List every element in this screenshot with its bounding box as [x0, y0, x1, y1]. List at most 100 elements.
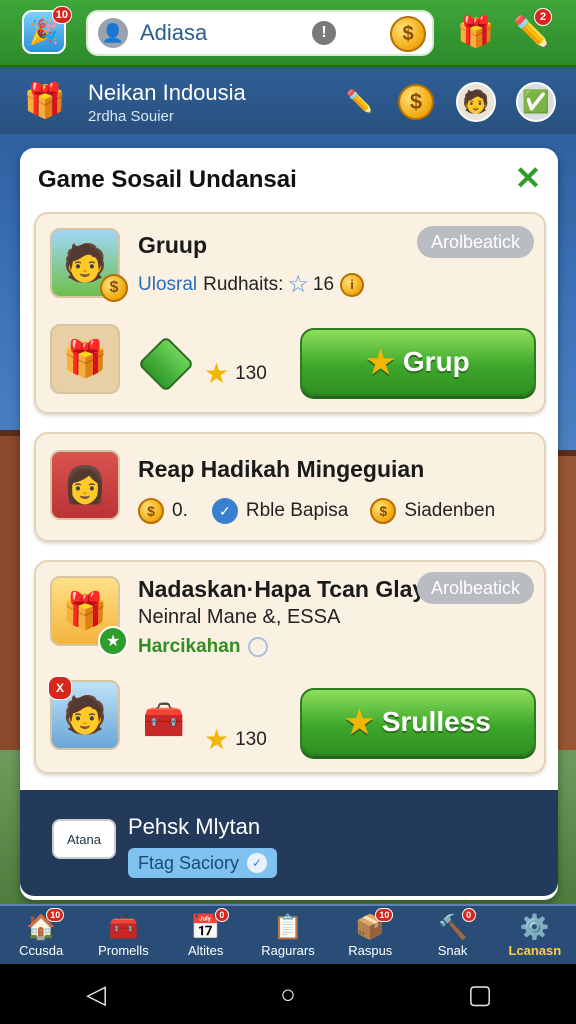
- gift-box-icon: 🎁: [50, 324, 120, 394]
- star-badge-icon: ★: [98, 626, 128, 656]
- coin-icon: $: [100, 274, 128, 302]
- star-icon: ★: [366, 344, 395, 380]
- invite-card: 🎁 ★ Nadaskan·Hapa Tcan Glay Arolbeatick …: [34, 560, 546, 774]
- edit-button[interactable]: ✏️ 2: [512, 8, 552, 52]
- star-count: ★ 130: [204, 360, 267, 388]
- button-label: Srulless: [381, 706, 491, 737]
- nav-item-rewards[interactable]: 📋 Ragurars: [247, 906, 329, 964]
- star-value: 130: [235, 729, 267, 750]
- check-icon[interactable]: ✅: [516, 82, 556, 122]
- user-icon: 👤: [98, 18, 128, 48]
- card-stats: Ulosral Rudhaits: ☆ 16 i: [138, 270, 365, 299]
- stat-value-2: Rble Bapisa: [245, 500, 349, 521]
- weekly-gift-card[interactable]: 👩 Reap Hadikah Mingeguian $ 0. ✓ Rble Ba…: [34, 432, 546, 542]
- nav-badge: 0: [214, 908, 229, 922]
- remove-badge[interactable]: X: [48, 676, 72, 700]
- top-bar: 🎉 10 👤 ! $ 🎁 ✏️ 2: [0, 0, 576, 68]
- stat-value-1: 0.: [172, 500, 188, 521]
- card-title: Gruup: [138, 232, 207, 258]
- promo-button[interactable]: Ftag Saciory ✓: [128, 848, 278, 878]
- star-icon: ★: [204, 358, 230, 389]
- promo-banner: Atana Pehsk Mlytan Ftag Saciory ✓: [20, 790, 558, 896]
- gift-box-icon[interactable]: 🎁: [22, 78, 68, 124]
- nav-label: Promells: [98, 943, 149, 958]
- star-icon: ★: [345, 704, 374, 740]
- stat-value-3: Siadenben: [404, 500, 496, 521]
- star-count: ★ 130: [204, 726, 267, 754]
- user-avatar: 👩: [50, 450, 120, 520]
- avatar[interactable]: 🧑: [456, 82, 496, 122]
- home-circle-icon[interactable]: ○: [258, 979, 318, 1010]
- gear-icon: ⚙️: [519, 914, 550, 941]
- search-input[interactable]: [140, 20, 330, 46]
- status-pill[interactable]: Arolbeatick: [416, 226, 534, 258]
- check-icon: ✓: [247, 853, 268, 873]
- card-title: Reap Hadikah Mingeguian: [138, 456, 425, 482]
- refresh-icon[interactable]: [248, 637, 269, 657]
- status-pill[interactable]: Arolbeatick: [416, 572, 534, 604]
- nav-item-activities[interactable]: 0 📅 Altites: [165, 906, 247, 964]
- nav-label: Altites: [188, 943, 224, 958]
- document-icon: 📋: [273, 914, 303, 941]
- coin-icon: $: [370, 498, 397, 524]
- promo-title: Pehsk Mlytan: [128, 814, 261, 839]
- star-icon: ☆: [287, 271, 309, 298]
- profile-subtitle: 2rdha Souier: [88, 108, 174, 125]
- back-icon[interactable]: ◁: [66, 979, 126, 1010]
- coin-icon: $: [138, 498, 164, 524]
- check-icon: ✓: [211, 498, 238, 524]
- edit-badge: 2: [534, 8, 552, 26]
- nav-badge: 10: [46, 908, 65, 922]
- notification-badge: 10: [51, 6, 72, 24]
- profile-name: Neikan Indousia: [88, 80, 246, 105]
- search-bar[interactable]: 👤 ! $: [86, 10, 434, 56]
- chat-bubble: Atana: [52, 819, 116, 859]
- social-game-panel: Game Sosail Undansai ✕ 🧑 $ Gruup Arolbea…: [20, 148, 558, 900]
- button-label: Grup: [402, 346, 470, 377]
- recents-icon[interactable]: ▢: [450, 979, 510, 1010]
- alert-icon[interactable]: !: [312, 21, 336, 45]
- nav-badge: 0: [461, 908, 476, 922]
- promo-button-label: Ftag Saciory: [138, 852, 240, 873]
- chat-icon: Atana: [46, 804, 122, 874]
- stat-label: Ulosral: [138, 273, 198, 295]
- card-status: Harcikahan: [138, 636, 269, 658]
- nav-item-settings[interactable]: ⚙️ Lcanasn: [494, 906, 576, 964]
- info-icon[interactable]: i: [340, 272, 365, 297]
- nav-item-raspus[interactable]: 10 📦 Raspus: [329, 906, 411, 964]
- card-title: Nadaskan·Hapa Tcan Glay: [138, 576, 426, 602]
- coin-icon[interactable]: $: [390, 16, 426, 52]
- app-menu-button[interactable]: 🎉 10: [22, 6, 72, 54]
- stat-number: 16: [312, 273, 335, 295]
- gift-icon: 🎁: [457, 15, 495, 49]
- gem-icon: [137, 335, 195, 393]
- status-text: Harcikahan: [138, 636, 241, 657]
- nav-label: Ccusda: [19, 943, 64, 958]
- stat-text: Rudhaits:: [203, 273, 284, 295]
- chest-icon: 🧰: [142, 701, 186, 739]
- card-stats: $ 0. ✓ Rble Bapisa $ Siadenben: [138, 498, 495, 524]
- nav-item-snak[interactable]: 0 🔨 Snak: [411, 906, 493, 964]
- close-button[interactable]: ✕: [512, 162, 544, 194]
- nav-item-home[interactable]: 10 🏠 Ccusda: [0, 906, 82, 964]
- panel-title: Game Sosail Undansai: [38, 166, 297, 193]
- profile-strip: 🎁 Neikan Indousia 2rdha Souier ✏️ $ 🧑 ✅: [0, 70, 576, 134]
- group-button[interactable]: ★ Grup: [300, 328, 536, 396]
- success-button[interactable]: ★ Srulless: [300, 688, 536, 756]
- gift-button[interactable]: 🎁: [456, 12, 496, 52]
- group-card: 🧑 $ Gruup Arolbeatick Ulosral Rudhaits: …: [34, 212, 546, 414]
- card-subtitle: Neinral Mane &, ESSA: [138, 606, 341, 628]
- nav-label: Raspus: [348, 943, 393, 958]
- coin-icon[interactable]: $: [398, 84, 434, 120]
- nav-badge: 10: [375, 908, 394, 922]
- star-value: 130: [235, 363, 267, 384]
- bottom-nav: 10 🏠 Ccusda 🧰 Promells 0 📅 Altites 📋 Rag…: [0, 904, 576, 964]
- chest-icon: 🧰: [108, 914, 139, 941]
- nav-label: Lcanasn: [508, 943, 562, 958]
- nav-label: Snak: [437, 943, 468, 958]
- system-nav-bar: ◁ ○ ▢: [0, 964, 576, 1024]
- pencil-icon[interactable]: ✏️: [340, 82, 380, 122]
- nav-item-promos[interactable]: 🧰 Promells: [82, 906, 164, 964]
- nav-label: Ragurars: [261, 943, 315, 958]
- star-icon: ★: [204, 724, 230, 755]
